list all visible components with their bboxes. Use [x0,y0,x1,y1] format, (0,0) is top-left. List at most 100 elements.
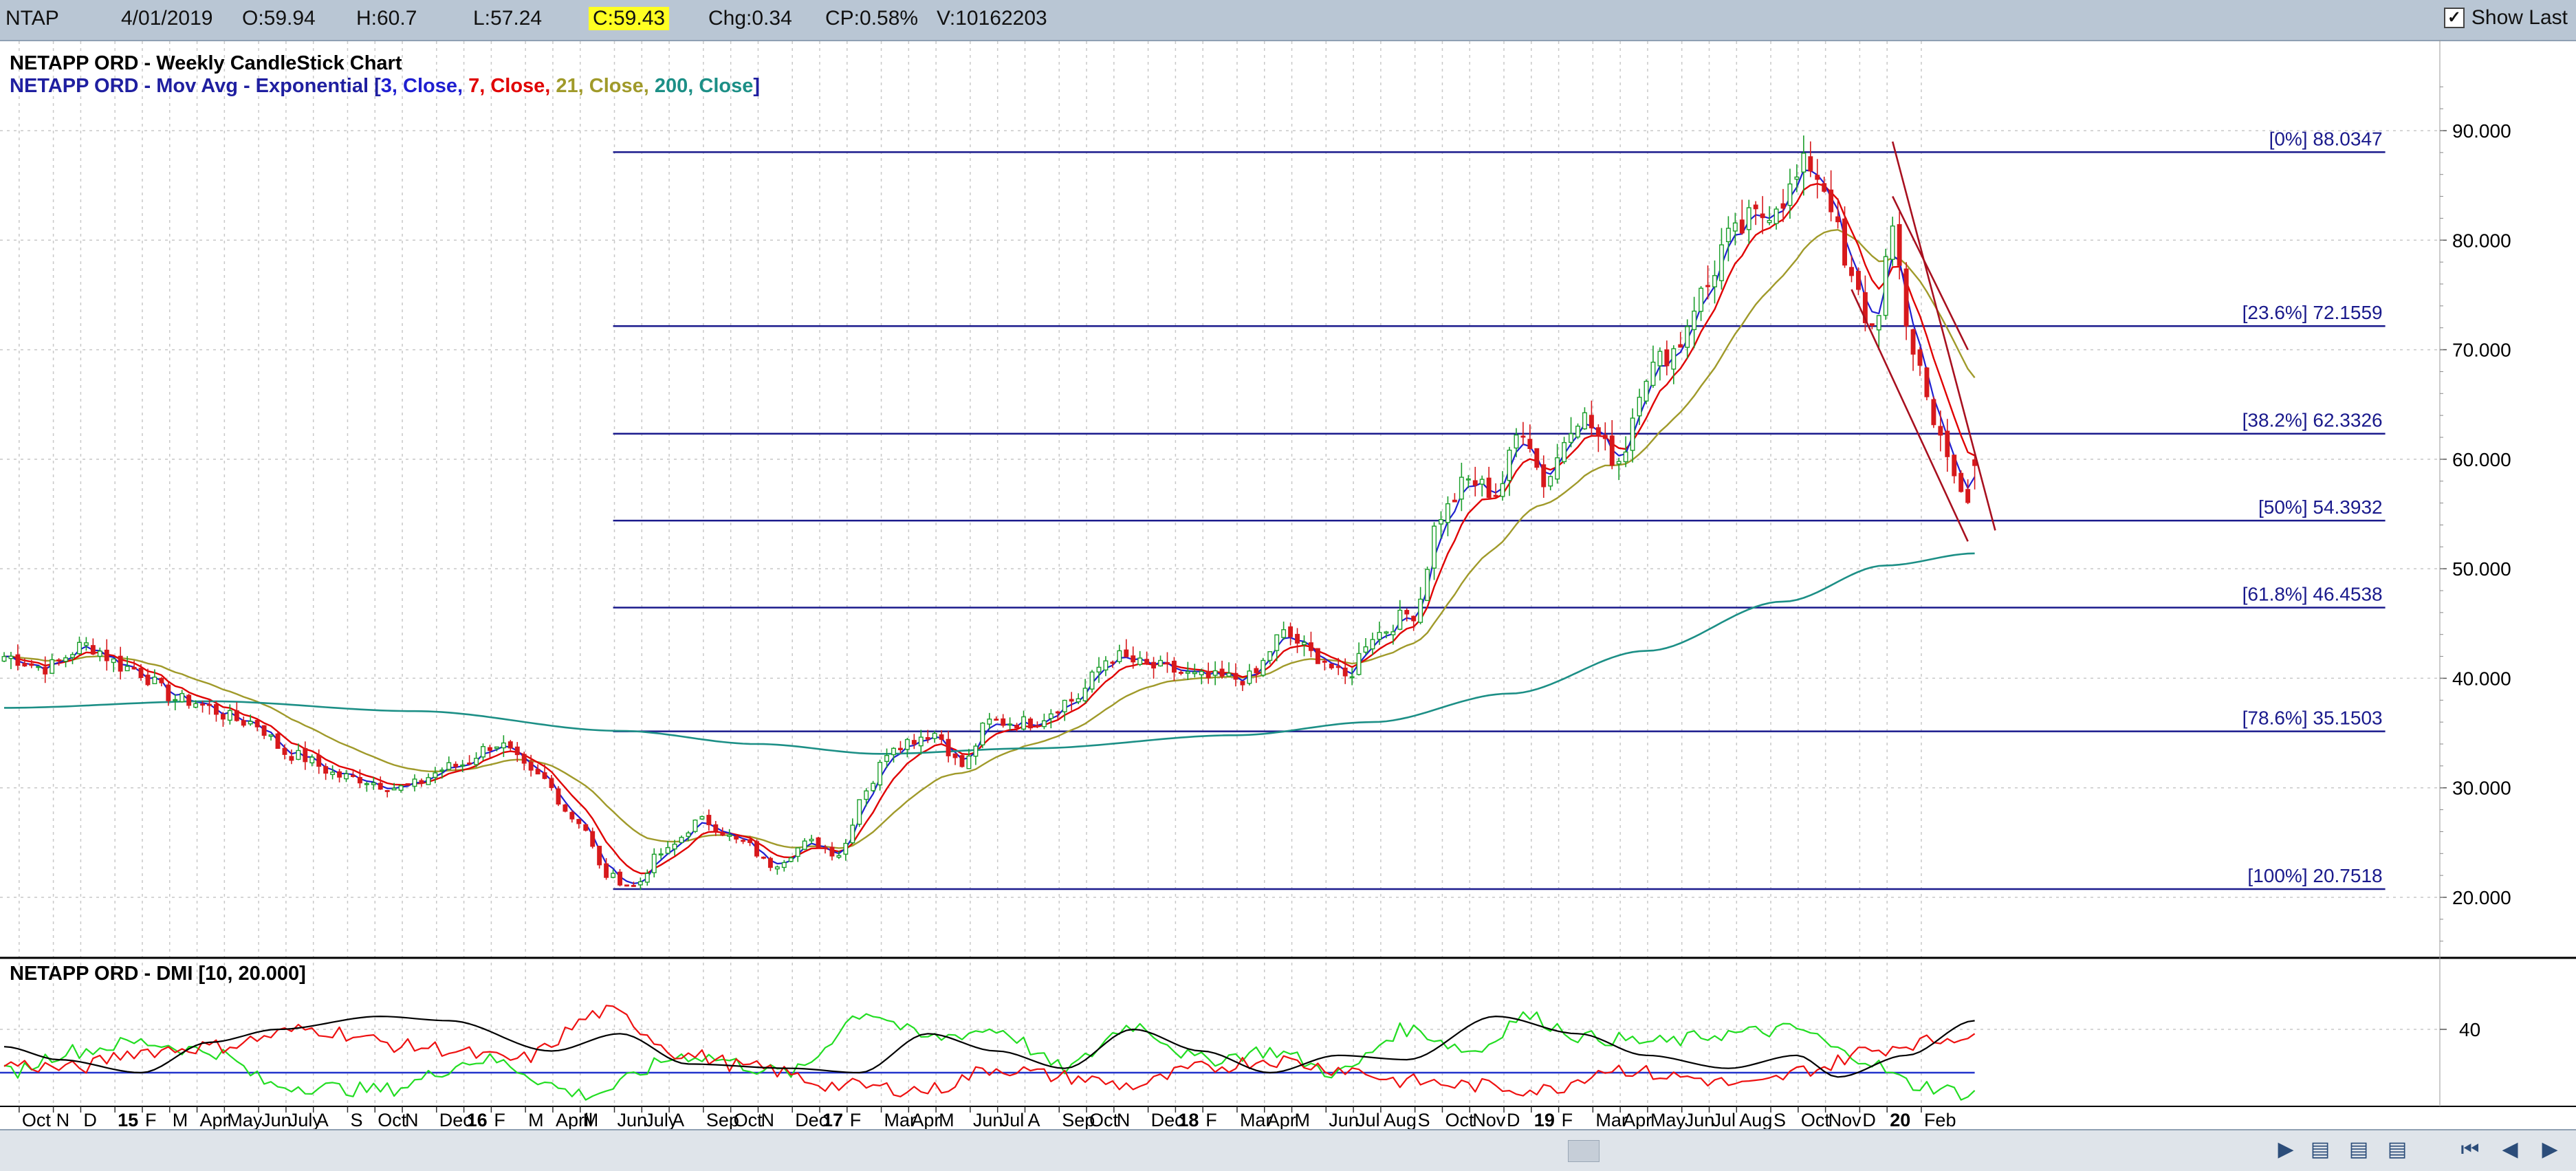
candle-body [1178,672,1183,674]
candle-body [1883,256,1888,316]
x-tick-label: Apr [911,1110,940,1129]
candle-body [939,734,944,740]
candle-body [1732,222,1738,232]
change-pct-label: CP:0.58% [825,7,919,30]
candle-body [1322,660,1327,663]
candle-body [576,819,582,824]
candle-body [1103,660,1109,671]
candle-body [1137,657,1143,666]
candle-body [672,843,677,850]
candle-body [1692,310,1697,331]
candle-body [1644,380,1649,402]
candle-body [1760,213,1765,219]
candle-body [1308,642,1313,651]
candle-body [741,840,746,842]
candle-body [474,758,479,765]
candle-body [1616,461,1622,465]
candle-body [1507,449,1512,481]
candle-body [405,783,411,786]
candle-body [1267,651,1273,661]
candle-body [1924,367,1930,397]
candle-body [1829,189,1834,212]
next-icon[interactable]: ▶ [2535,1136,2565,1163]
candle-body [1746,207,1751,230]
scroll-right-icon[interactable]: ▶ [2271,1136,2301,1163]
fib-label: [100%] 20.7518 [2247,865,2382,886]
low-label: L:57.24 [473,7,543,30]
candle-body [391,787,397,791]
candle-body [604,863,609,878]
candle-body [1705,285,1711,287]
x-tick-label: May [227,1110,263,1129]
candle-body [1815,175,1820,180]
candle-body [1233,672,1238,680]
fib-label: [23.6%] 72.1559 [2242,302,2383,323]
candle-body [651,853,657,873]
candle-body [220,714,226,720]
candle-body [1055,711,1060,714]
candle-body [1945,430,1950,457]
fib-label: [0%] 88.0347 [2269,128,2383,149]
candle-body [1514,434,1519,449]
candle-body [822,847,828,849]
candle-body [268,734,274,737]
previous-icon[interactable]: ◀ [2495,1136,2525,1163]
candle-body [303,747,308,763]
candle-body [1404,610,1410,615]
candle-body [1370,639,1375,650]
candle-body [713,824,719,832]
candle-body [446,762,452,770]
candle-body [706,815,712,826]
candle-body [337,771,342,778]
candle-body [1411,615,1417,622]
candle-body [152,677,157,684]
scroll-thumb[interactable] [1568,1140,1600,1162]
candle-body [1931,399,1936,426]
candle-body [1,656,7,662]
candle-body [1657,351,1663,366]
candle-body [590,831,596,847]
candle-body [398,785,404,791]
candle-body [1151,661,1157,669]
horizontal-scrollbar[interactable]: ▶ ▤ ▤ ▤ ⏮ ◀ ▶ [0,1129,2576,1171]
zoom-out-icon[interactable]: ▤ [2344,1136,2374,1163]
candle-body [781,862,787,868]
candle-body [720,832,725,836]
candle-body [1725,228,1731,243]
ema-legend: NETAPP ORD - Mov Avg - Exponential [3, C… [10,75,760,97]
candle-body [1869,323,1875,326]
candle-body [1452,499,1457,503]
x-tick-label: N [405,1110,419,1129]
x-tick-label: N [1117,1110,1131,1129]
x-tick-label: M [939,1110,954,1129]
candle-body [56,659,62,661]
candle-body [261,725,267,736]
candle-body [679,837,684,844]
show-last-toggle[interactable]: ✓ Show Last [2443,6,2568,30]
candle-body [583,824,589,831]
x-tick-label: May [1650,1110,1686,1129]
candle-body [624,884,629,887]
candle-body [1459,477,1464,500]
candle-body [8,655,14,659]
candle-body [145,675,151,686]
candle-body [1718,244,1724,281]
x-tick-label: M [583,1110,599,1129]
zoom-icon[interactable]: ▤ [2305,1136,2335,1163]
x-tick-label: Nov [1472,1110,1506,1129]
candle-body [241,720,246,726]
x-tick-label: Oct [378,1110,407,1129]
x-tick-label: Jun [618,1110,648,1129]
candle-body [460,764,466,767]
candle-body [1842,218,1848,266]
x-tick-label: Oct [1445,1110,1474,1129]
show-last-checkbox[interactable]: ✓ [2443,8,2465,28]
zoom-in-icon[interactable]: ▤ [2382,1136,2412,1163]
first-bar-icon[interactable]: ⏮ [2455,1136,2485,1163]
candle-body [1096,666,1102,672]
candle-body [1595,427,1601,437]
chart-area[interactable]: [0%] 88.0347 [23.6%] 72.1559 [38.2%] 62.33… [0,40,2576,1129]
candle-body [1212,670,1218,676]
x-tick-label: Jul [1712,1110,1736,1129]
candle-body [857,799,862,825]
